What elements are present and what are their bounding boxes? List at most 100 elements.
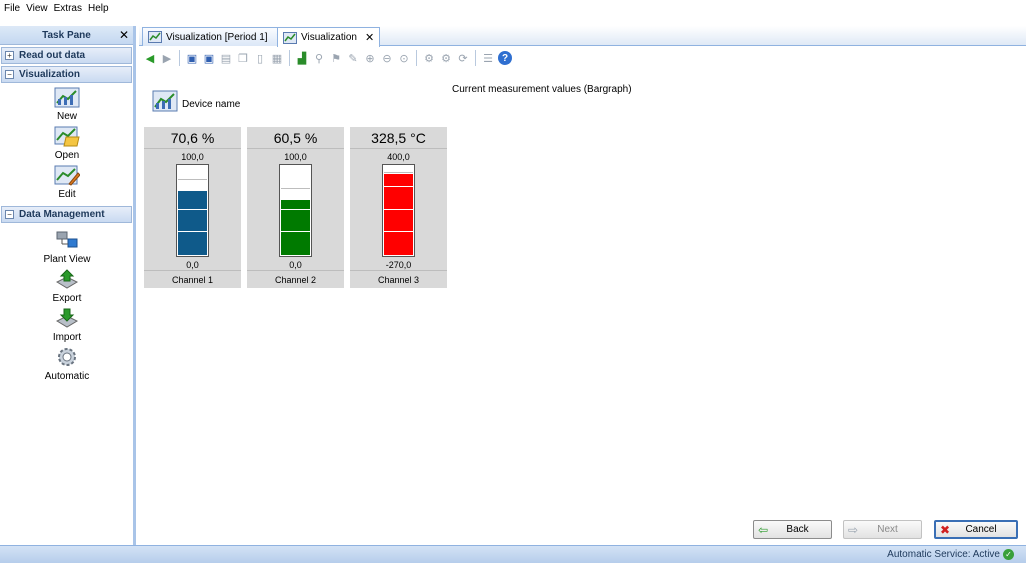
save-as-icon[interactable]: ▣ — [202, 51, 216, 65]
tab-visualization-period-1[interactable]: Visualization [Period 1] ✕ — [142, 27, 291, 46]
task-label: Open — [54, 150, 80, 161]
gauge-value: 328,5 °C — [350, 127, 447, 149]
gauge-bar — [382, 164, 415, 257]
chart-icon — [283, 31, 297, 44]
task-new[interactable]: New — [0, 86, 134, 122]
task-plant-view[interactable]: Plant View — [0, 229, 134, 265]
task-open[interactable]: Open — [0, 125, 134, 161]
section-read-out-data[interactable]: + Read out data — [1, 47, 132, 64]
properties-icon[interactable]: ☰ — [481, 51, 495, 65]
task-edit[interactable]: Edit — [0, 164, 134, 200]
task-pane-title: Task Pane — [42, 29, 91, 41]
task-import[interactable]: Import — [0, 307, 134, 343]
task-export[interactable]: Export — [0, 268, 134, 304]
task-pane-header: Task Pane ✕ — [0, 26, 133, 45]
bargraph-gauges: 70,6 % 100,0 0,0 Channel 1 60,5 % 100,0 … — [144, 127, 447, 288]
tab-label: Visualization — [301, 32, 357, 43]
task-label: New — [56, 111, 77, 122]
chart-icon[interactable]: ▟ — [295, 51, 309, 65]
gauge-gridline — [384, 208, 413, 210]
menu-file[interactable]: File — [4, 3, 20, 14]
menu-bar: File View Extras Help — [0, 0, 1026, 16]
toolbar-separator — [416, 50, 417, 66]
cancel-icon: ✖ — [940, 522, 951, 537]
toolbar: ◀ ▶ ▣ ▣ ▤ ❐ ▯ ▦ ▟ ⚲ ⚑ ✎ ⊕ ⊖ ⊙ ⚙ ⚙ ⟳ ☰ ? — [139, 47, 1026, 69]
gauge-gridline — [384, 185, 413, 187]
task-automatic[interactable]: Automatic — [0, 346, 134, 382]
close-icon[interactable]: ✕ — [119, 28, 129, 42]
section-label: Read out data — [19, 50, 86, 61]
device-icon[interactable]: ⚙ — [439, 51, 453, 65]
gauge-tick — [178, 178, 207, 180]
status-ok-icon: ✓ — [1003, 549, 1014, 560]
toolbar-separator — [179, 50, 180, 66]
marker-icon[interactable]: ⚑ — [329, 51, 343, 65]
section-data-management[interactable]: − Data Management — [1, 206, 132, 223]
gauge-tick — [281, 188, 310, 190]
import-icon — [55, 308, 79, 328]
task-label: Export — [52, 293, 82, 304]
gauge-min: 0,0 — [289, 260, 302, 270]
pin-icon[interactable]: ⚲ — [312, 51, 326, 65]
toolbar-separator — [475, 50, 476, 66]
zoom-in-icon[interactable]: ⊕ — [363, 51, 377, 65]
expand-icon[interactable]: + — [5, 51, 14, 60]
section-visualization[interactable]: − Visualization — [1, 66, 132, 83]
gauge-channel-2: 60,5 % 100,0 0,0 Channel 2 — [247, 127, 344, 288]
back-button[interactable]: ⇦ Back — [753, 520, 832, 539]
gauge-gridline — [281, 231, 310, 233]
gear-icon — [58, 348, 76, 366]
bargraph-title: Current measurement values (Bargraph) — [452, 84, 632, 95]
gauge-channel-3: 328,5 °C 400,0 -270,0 Channel 3 — [350, 127, 447, 288]
zoom-reset-icon[interactable]: ⊙ — [397, 51, 411, 65]
task-label: Automatic — [44, 371, 90, 382]
table-icon[interactable]: ▦ — [270, 51, 284, 65]
gauge-tick — [384, 172, 413, 174]
task-pane: Task Pane ✕ + Read out data − Visualizat… — [0, 26, 136, 545]
task-label: Import — [52, 332, 82, 343]
menu-extras[interactable]: Extras — [54, 3, 82, 14]
device-header: Device name — [152, 88, 240, 112]
save-icon[interactable]: ▣ — [185, 51, 199, 65]
print-icon[interactable]: ▤ — [219, 51, 233, 65]
device-name: Device name — [182, 99, 241, 110]
collapse-icon[interactable]: − — [5, 70, 14, 79]
gauge-min: 0,0 — [186, 260, 199, 270]
gauge-channel-label: Channel 1 — [144, 270, 241, 288]
copy-icon[interactable]: ❐ — [236, 51, 250, 65]
zoom-out-icon[interactable]: ⊖ — [380, 51, 394, 65]
plant-view-icon — [56, 231, 78, 248]
forward-arrow-icon[interactable]: ▶ — [160, 51, 174, 65]
section-label: Visualization — [19, 69, 80, 80]
gauge-gridline — [178, 208, 207, 210]
next-button[interactable]: ⇨ Next — [843, 520, 922, 539]
tab-visualization[interactable]: Visualization ✕ — [277, 27, 381, 47]
menu-help[interactable]: Help — [88, 3, 109, 14]
status-bar: Automatic Service: Active ✓ — [0, 545, 1026, 563]
edit-icon[interactable]: ✎ — [346, 51, 360, 65]
help-icon[interactable]: ? — [498, 51, 512, 65]
status-text: Automatic Service: Active — [887, 549, 1000, 560]
menu-view[interactable]: View — [26, 3, 48, 14]
settings-icon[interactable]: ⚙ — [422, 51, 436, 65]
tab-bar: Visualization [Period 1] ✕ Visualization… — [139, 26, 1026, 47]
export-icon — [55, 269, 79, 289]
gauge-gridline — [178, 231, 207, 233]
gauge-max: 100,0 — [284, 152, 307, 162]
gauge-bar — [176, 164, 209, 257]
next-arrow-icon: ⇨ — [848, 522, 859, 537]
tab-label: Visualization [Period 1] — [166, 31, 268, 43]
gauge-channel-label: Channel 2 — [247, 270, 344, 288]
page-icon[interactable]: ▯ — [253, 51, 267, 65]
refresh-icon[interactable]: ⟳ — [456, 51, 470, 65]
chart-open-icon — [54, 126, 80, 147]
cancel-button[interactable]: ✖ Cancel — [934, 520, 1018, 539]
back-arrow-icon[interactable]: ◀ — [143, 51, 157, 65]
close-icon[interactable]: ✕ — [365, 31, 374, 44]
gauge-max: 100,0 — [181, 152, 204, 162]
back-arrow-icon: ⇦ — [758, 522, 769, 537]
chart-new-icon — [54, 87, 80, 108]
collapse-icon[interactable]: − — [5, 210, 14, 219]
task-label: Edit — [58, 189, 76, 200]
gauge-gridline — [281, 208, 310, 210]
